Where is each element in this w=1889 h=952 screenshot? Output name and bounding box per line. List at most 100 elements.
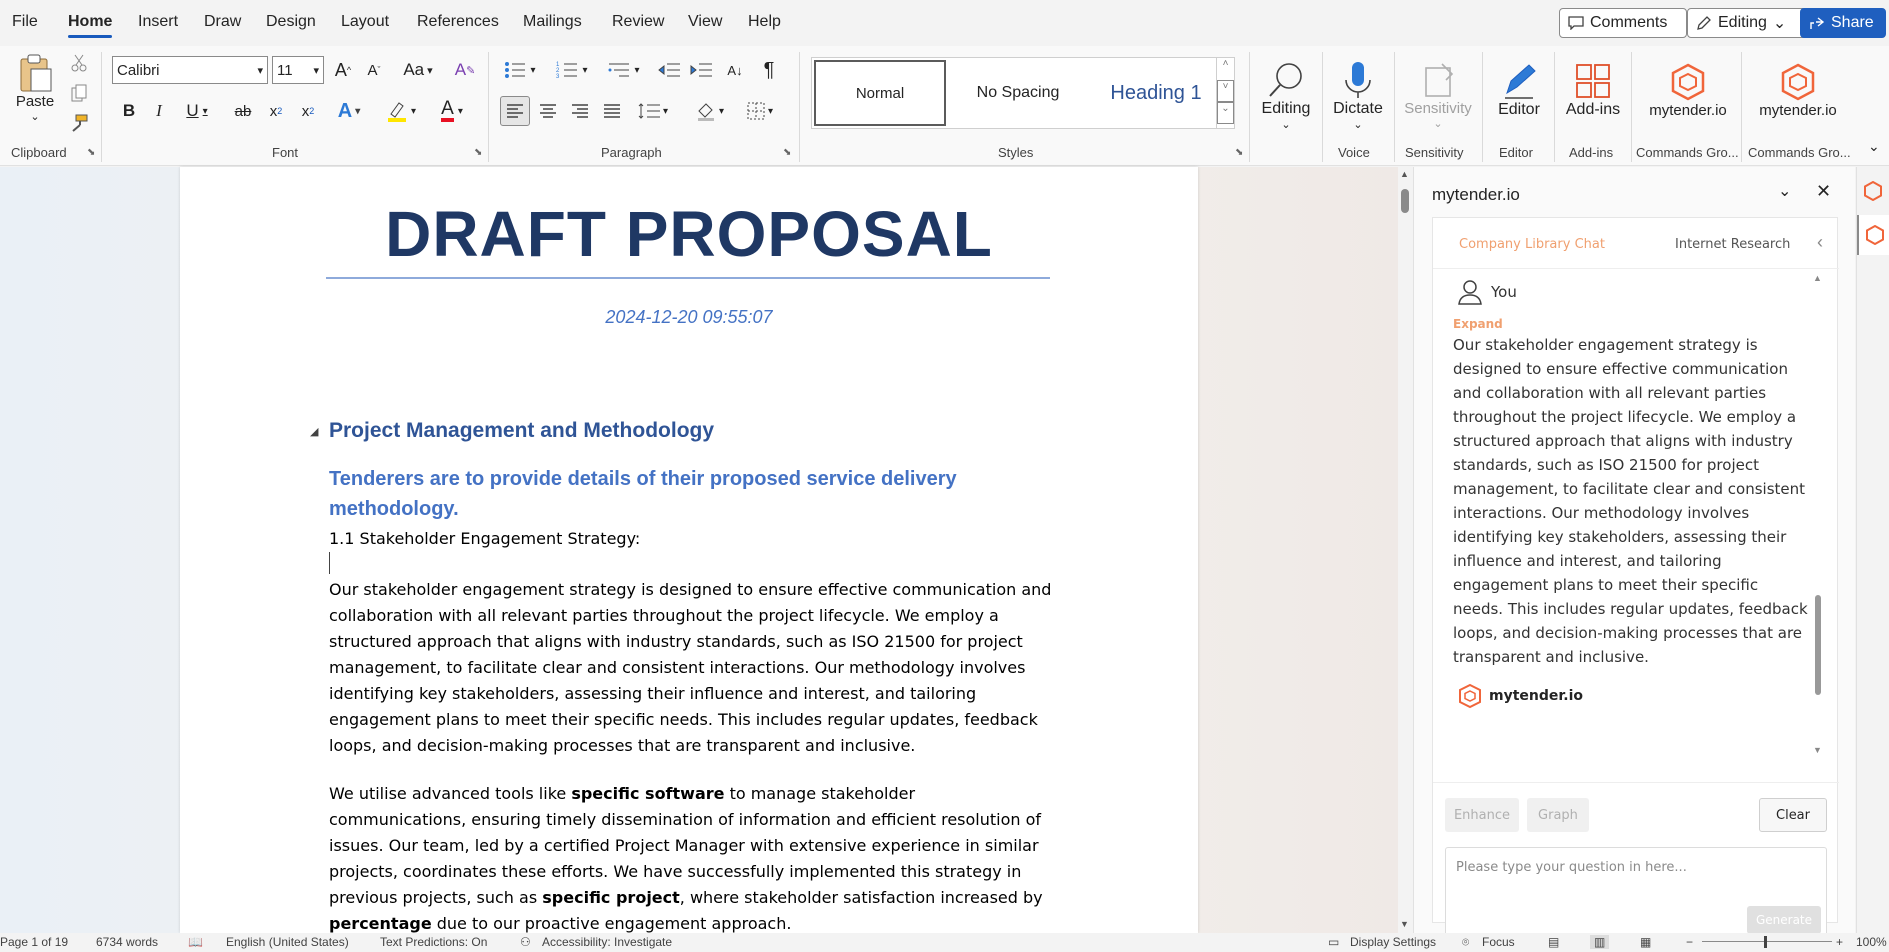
mytender-button-1[interactable]: mytender.io — [1640, 50, 1736, 130]
menu-mailings[interactable]: Mailings — [523, 13, 582, 31]
style-no-spacing[interactable]: No Spacing — [952, 60, 1084, 126]
scroll-up-icon[interactable]: ▲ — [1400, 169, 1409, 179]
dialog-launcher-icon[interactable]: ⬊ — [783, 147, 791, 158]
mytender-rail-icon[interactable] — [1863, 180, 1883, 204]
expand-link[interactable]: Expand — [1453, 317, 1809, 331]
chevron-down-icon[interactable]: ˅ — [1217, 80, 1234, 102]
chevron-up-icon[interactable]: ˄ — [1217, 58, 1234, 80]
display-settings-icon[interactable]: ▭ — [1328, 935, 1339, 949]
menu-view[interactable]: View — [688, 13, 722, 31]
scroll-down-icon[interactable]: ▼ — [1813, 745, 1822, 755]
editing-button[interactable]: Editing ⌄ — [1258, 50, 1314, 140]
font-color-icon[interactable]: A ▾ — [432, 98, 472, 124]
align-right-icon[interactable] — [566, 96, 594, 126]
strikethrough-icon[interactable]: ab — [230, 98, 256, 124]
change-case-button[interactable]: Aa ▾ — [396, 56, 440, 84]
focus-icon[interactable]: ⌾ — [1462, 935, 1469, 950]
proofing-icon[interactable]: 📖 — [188, 935, 203, 949]
clear-button[interactable]: Clear — [1759, 798, 1827, 832]
editor-button[interactable]: Editor — [1490, 50, 1548, 130]
menu-design[interactable]: Design — [266, 13, 316, 31]
pane-options-chevron-icon[interactable]: ⌄ — [1778, 181, 1791, 201]
zoom-slider[interactable] — [1702, 941, 1832, 942]
sensitivity-button[interactable]: Sensitivity ⌄ — [1400, 50, 1476, 140]
menu-insert[interactable]: Insert — [138, 13, 178, 31]
dialog-launcher-icon[interactable]: ⬊ — [474, 147, 482, 158]
format-painter-icon[interactable] — [68, 112, 90, 134]
increase-indent-icon[interactable] — [688, 56, 714, 84]
document-scrollbar[interactable]: ▲ ▼ — [1398, 167, 1412, 933]
zoom-in-icon[interactable]: + — [1836, 935, 1843, 949]
text-effects-icon[interactable]: A ▾ — [330, 98, 368, 124]
close-icon[interactable]: ✕ — [1816, 181, 1831, 202]
document-page[interactable]: DRAFT PROPOSAL 2024-12-20 09:55:07 ◢ Pro… — [180, 167, 1198, 933]
document-title[interactable]: DRAFT PROPOSAL — [180, 197, 1198, 271]
font-size-field[interactable]: 11 ▾ — [272, 56, 324, 84]
menu-review[interactable]: Review — [612, 13, 664, 31]
align-left-icon[interactable] — [500, 96, 530, 126]
cut-icon[interactable] — [68, 52, 90, 74]
menu-help[interactable]: Help — [748, 13, 781, 31]
zoom-slider-thumb[interactable] — [1764, 936, 1767, 948]
language[interactable]: English (United States) — [226, 935, 349, 949]
show-formatting-icon[interactable]: ¶ — [756, 56, 782, 84]
generate-button[interactable]: Generate — [1747, 906, 1821, 934]
share-button[interactable]: Share — [1800, 8, 1886, 38]
menu-file[interactable]: File — [12, 13, 38, 31]
zoom-level[interactable]: 100% — [1856, 935, 1887, 949]
focus-mode[interactable]: Focus — [1482, 935, 1515, 949]
grow-font-icon[interactable]: A ^ — [330, 56, 356, 84]
sort-icon[interactable]: A↓ — [722, 56, 748, 84]
read-mode-icon[interactable]: ▤ — [1548, 935, 1559, 949]
styles-scroll[interactable]: ˄ ˅ ⌄ — [1216, 58, 1234, 128]
font-name-field[interactable]: Calibri ▾ — [112, 56, 268, 84]
heading-1[interactable]: Project Management and Methodology — [329, 419, 714, 443]
section-heading[interactable]: 1.1 Stakeholder Engagement Strategy: — [329, 526, 1054, 552]
zoom-out-icon[interactable]: − — [1686, 935, 1693, 949]
menu-home[interactable]: Home — [68, 13, 113, 38]
print-layout-icon[interactable]: ▥ — [1590, 935, 1610, 949]
italic-icon[interactable]: I — [148, 98, 170, 124]
line-spacing-icon[interactable]: ▾ — [632, 96, 674, 126]
document-date[interactable]: 2024-12-20 09:55:07 — [180, 307, 1198, 328]
shrink-font-icon[interactable]: Aˇ — [362, 56, 386, 84]
menu-layout[interactable]: Layout — [341, 13, 389, 31]
bold-icon[interactable]: B — [118, 98, 140, 124]
clear-formatting-icon[interactable]: A ✎ — [452, 56, 478, 84]
tab-company-library-chat[interactable]: Company Library Chat — [1459, 237, 1605, 252]
justify-icon[interactable] — [598, 96, 626, 126]
text-predictions[interactable]: Text Predictions: On — [380, 935, 487, 949]
borders-icon[interactable]: ▾ — [740, 96, 780, 126]
tab-internet-research[interactable]: Internet Research — [1675, 237, 1790, 252]
subscript-icon[interactable]: x2 — [264, 98, 288, 124]
collapse-heading-icon[interactable]: ◢ — [310, 425, 318, 438]
chat-history[interactable]: You Expand Our stakeholder engagement st… — [1453, 275, 1809, 755]
copy-icon[interactable] — [68, 82, 90, 104]
more-styles-icon[interactable]: ⌄ — [1217, 102, 1234, 124]
dictate-button[interactable]: Dictate ⌄ — [1328, 50, 1388, 140]
style-normal[interactable]: Normal — [814, 60, 946, 126]
paragraph-2[interactable]: We utilise advanced tools like specific … — [329, 781, 1054, 937]
accessibility-icon[interactable]: ⚇ — [520, 935, 531, 949]
heading-2[interactable]: Tenderers are to provide details of thei… — [329, 464, 969, 524]
collapse-ribbon-icon[interactable]: ⌄ — [1868, 138, 1880, 155]
chat-scrollbar[interactable]: ▲ ▼ — [1813, 273, 1823, 755]
bullets-icon[interactable]: ▾ — [500, 56, 540, 84]
underline-icon[interactable]: U ▾ — [180, 98, 214, 124]
scrollbar-thumb[interactable] — [1401, 189, 1409, 213]
decrease-indent-icon[interactable] — [656, 56, 682, 84]
multilevel-list-icon[interactable]: ▾ — [604, 56, 644, 84]
numbering-icon[interactable]: 1 2 3 ▾ — [552, 56, 592, 84]
paragraph-1[interactable]: Our stakeholder engagement strategy is d… — [329, 577, 1054, 759]
web-layout-icon[interactable]: ▦ — [1640, 935, 1651, 949]
dialog-launcher-icon[interactable]: ⬊ — [87, 147, 95, 158]
comments-button[interactable]: Comments — [1559, 8, 1687, 38]
superscript-icon[interactable]: x2 — [296, 98, 320, 124]
page-count[interactable]: Page 1 of 19 — [0, 935, 68, 949]
style-heading-1[interactable]: Heading 1 — [1090, 60, 1222, 126]
scroll-down-icon[interactable]: ▼ — [1400, 919, 1409, 929]
highlight-color-icon[interactable]: ▾ — [380, 98, 422, 124]
enhance-button[interactable]: Enhance — [1445, 798, 1519, 832]
display-settings[interactable]: Display Settings — [1350, 935, 1436, 949]
menu-draw[interactable]: Draw — [204, 13, 241, 31]
